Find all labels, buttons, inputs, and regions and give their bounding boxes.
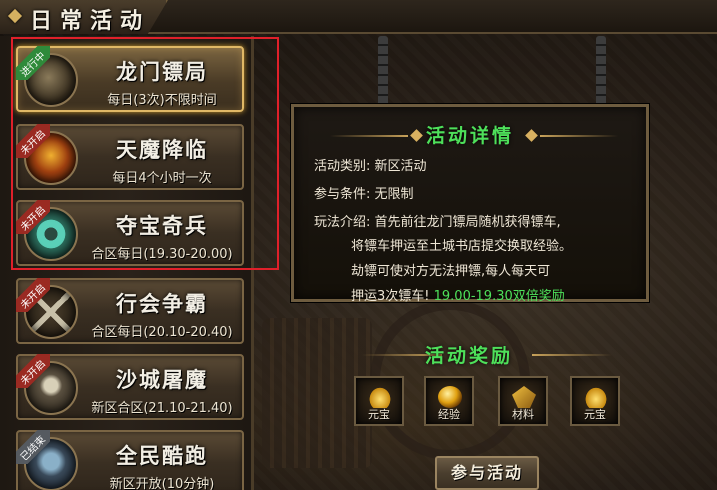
detail-intro-row: 玩法介绍: 首先前往龙门镖局随机获得镖车, (314, 211, 561, 230)
reward-item-material[interactable]: 材料 (498, 376, 548, 426)
activity-time: 新区开放(10分钟) (109, 477, 215, 490)
activity-name: 全民酷跑 (116, 443, 208, 468)
intro-line-1: 首先前往龙门镖局随机获得镖车, (374, 215, 561, 230)
intro-label: 玩法介绍: (314, 215, 371, 230)
intro-line-4: 押运3次镖车! (351, 289, 430, 304)
daily-activities-window: 日常活动 进行中 龙门镖局 每日(3次)不限时间 未开启 天魔降临 每日4个小时… (0, 0, 717, 490)
activity-detail-panel: 活动详情 活动类别: 新区活动 参与条件: 无限制 玩法介绍: 首先前往龙门镖局… (291, 104, 649, 304)
title-bar: 日常活动 (0, 0, 717, 34)
activity-time: 合区每日(20.10-20.40) (91, 325, 233, 340)
window-title: 日常活动 (30, 8, 151, 34)
activity-name: 行会争霸 (116, 291, 208, 316)
title-deco-line (540, 135, 618, 137)
category-label: 活动类别: (314, 159, 371, 174)
exp-orb-icon (438, 386, 462, 408)
reward-label: 经验 (438, 408, 460, 421)
chain-right (596, 36, 606, 108)
status-ribbon: 未开启 (16, 354, 50, 388)
reward-item-exp[interactable]: 经验 (424, 376, 474, 426)
reward-label: 元宝 (584, 408, 606, 421)
activity-item-shacheng[interactable]: 未开启 沙城屠魔 新区合区(21.10-21.40) (16, 354, 244, 420)
selection-highlight-box (11, 37, 279, 270)
intro-line-2: 将镖车押运至土城书店提交换取经验。 (351, 239, 573, 254)
reward-item-yuanbao-2[interactable]: 元宝 (570, 376, 620, 426)
activity-item-kupao[interactable]: 已结束 全民酷跑 新区开放(10分钟) (16, 430, 244, 490)
status-ribbon: 已结束 (16, 430, 50, 464)
condition-value: 无限制 (374, 187, 414, 202)
activity-time: 新区合区(21.10-21.40) (91, 401, 233, 416)
activity-name: 沙城屠魔 (116, 367, 208, 392)
material-icon (512, 386, 536, 408)
activity-item-hanghui[interactable]: 未开启 行会争霸 合区每日(20.10-20.40) (16, 278, 244, 344)
reward-deco-line (532, 354, 612, 356)
gold-ingot-icon (368, 386, 392, 408)
detail-category-row: 活动类别: 新区活动 (314, 155, 427, 174)
detail-condition-row: 参与条件: 无限制 (314, 183, 414, 202)
reward-label: 元宝 (368, 408, 390, 421)
reward-label: 材料 (512, 408, 534, 421)
status-ribbon: 未开启 (16, 278, 50, 312)
category-value: 新区活动 (374, 159, 427, 174)
gold-ingot-icon (584, 386, 608, 408)
intro-line-3: 劫镖可使对方无法押镖,每人每天可 (351, 264, 551, 279)
chain-left (378, 36, 388, 108)
join-activity-button[interactable]: 参与活动 (435, 456, 539, 490)
intro-line-4-row: 押运3次镖车! 19.00-19.30双倍奖励 (351, 285, 565, 304)
condition-label: 参与条件: (314, 187, 371, 202)
intro-highlight: 19.00-19.30双倍奖励 (433, 289, 565, 304)
reward-item-yuanbao[interactable]: 元宝 (354, 376, 404, 426)
